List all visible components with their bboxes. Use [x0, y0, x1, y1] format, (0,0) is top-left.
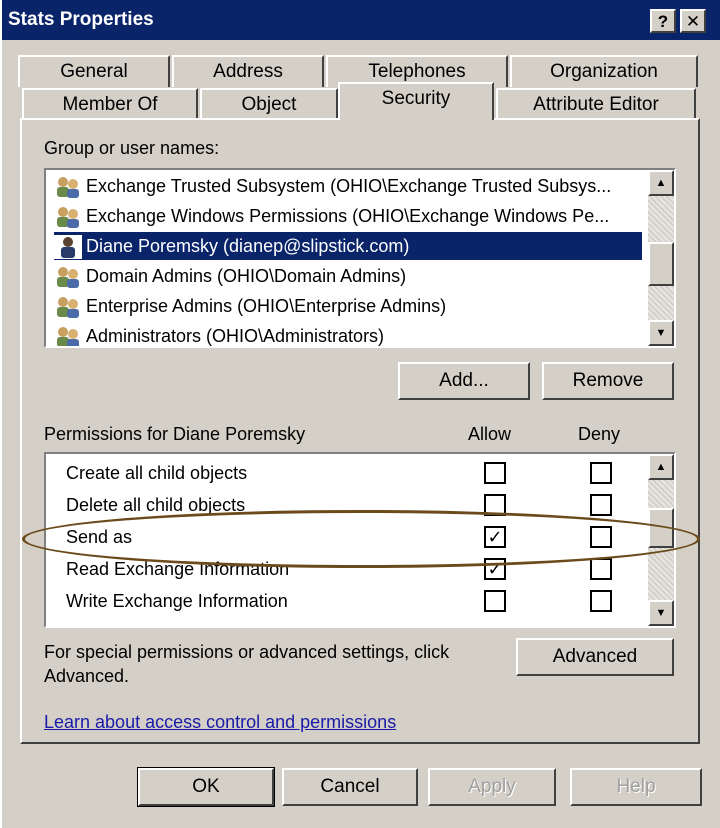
deny-header: Deny [578, 424, 621, 444]
allow-checkbox[interactable] [484, 494, 506, 516]
allow-checkbox-checked[interactable]: ✓ [484, 558, 506, 580]
permission-row-send-as: Send as [66, 527, 133, 547]
access-control-link[interactable]: Learn about access control and permissio… [44, 712, 396, 733]
deny-checkbox[interactable] [590, 526, 612, 548]
deny-checkbox[interactable] [590, 590, 612, 612]
tab-member-of[interactable]: Member Of [22, 88, 198, 120]
permissions-scroll-thumb[interactable] [648, 508, 674, 548]
group-icon [57, 207, 79, 229]
scroll-down-icon[interactable]: ▼ [648, 320, 674, 346]
permissions-list[interactable]: Create all child objects Delete all chil… [44, 452, 676, 628]
group-icon [57, 177, 79, 199]
ok-button[interactable]: OK [137, 767, 275, 807]
advanced-button[interactable]: Advanced [516, 638, 674, 676]
permission-row-create: Create all child objects [66, 463, 248, 483]
allow-checkbox-checked[interactable]: ✓ [484, 526, 506, 548]
add-button[interactable]: Add... [398, 362, 530, 400]
remove-button[interactable]: Remove [542, 362, 674, 400]
tab-organization[interactable]: Organization [510, 55, 698, 87]
cancel-button[interactable]: Cancel [282, 768, 418, 806]
window-title: Stats Properties [8, 9, 154, 30]
properties-dialog: Stats Properties ? ✕ General Address Tel… [0, 0, 720, 828]
title-bar: Stats Properties ? ✕ [2, 0, 720, 40]
allow-checkbox[interactable] [484, 590, 506, 612]
list-item[interactable]: Exchange Trusted Subsystem (OHIO\Exchang… [54, 172, 644, 200]
permission-row-read-exchange: Read Exchange Information [66, 559, 290, 579]
tab-object[interactable]: Object [200, 88, 338, 120]
apply-button[interactable]: Apply [428, 768, 556, 806]
group-user-list[interactable]: Exchange Trusted Subsystem (OHIO\Exchang… [44, 168, 676, 348]
tab-attribute-editor[interactable]: Attribute Editor [496, 88, 696, 120]
group-names-label: Group or user names: [44, 138, 220, 158]
allow-checkbox[interactable] [484, 462, 506, 484]
tab-security[interactable]: Security [338, 82, 494, 120]
user-icon [54, 235, 82, 260]
list-item-selected[interactable]: Diane Poremsky (dianep@slipstick.com) [54, 232, 642, 260]
list-item[interactable]: Enterprise Admins (OHIO\Enterprise Admin… [54, 292, 644, 320]
deny-checkbox[interactable] [590, 494, 612, 516]
scroll-up-icon[interactable]: ▲ [648, 170, 674, 196]
group-list-scroll-thumb[interactable] [648, 242, 674, 286]
help-icon[interactable]: ? [650, 9, 676, 33]
allow-header: Allow [468, 424, 512, 444]
permissions-label: Permissions for Diane Poremsky [44, 424, 306, 444]
list-item[interactable]: Administrators (OHIO\Administrators) [54, 322, 644, 346]
tab-address[interactable]: Address [172, 55, 324, 87]
permission-row-write-exchange: Write Exchange Information [66, 591, 288, 611]
group-icon [57, 297, 79, 319]
deny-checkbox[interactable] [590, 558, 612, 580]
scroll-down-icon[interactable]: ▼ [648, 600, 674, 626]
list-item[interactable]: Exchange Windows Permissions (OHIO\Excha… [54, 202, 644, 230]
advanced-hint-line2: Advanced. [44, 666, 130, 686]
permission-row-delete: Delete all child objects [66, 495, 246, 515]
scroll-up-icon[interactable]: ▲ [648, 454, 674, 480]
deny-checkbox[interactable] [590, 462, 612, 484]
group-icon [57, 327, 79, 346]
list-item[interactable]: Domain Admins (OHIO\Domain Admins) [54, 262, 644, 290]
tab-general[interactable]: General [18, 55, 170, 87]
advanced-hint-line1: For special permissions or advanced sett… [44, 642, 450, 662]
group-icon [57, 267, 79, 289]
close-icon[interactable]: ✕ [680, 9, 706, 33]
security-panel: Group or user names: Exchange Trusted Su… [20, 118, 700, 744]
help-button[interactable]: Help [570, 768, 702, 806]
